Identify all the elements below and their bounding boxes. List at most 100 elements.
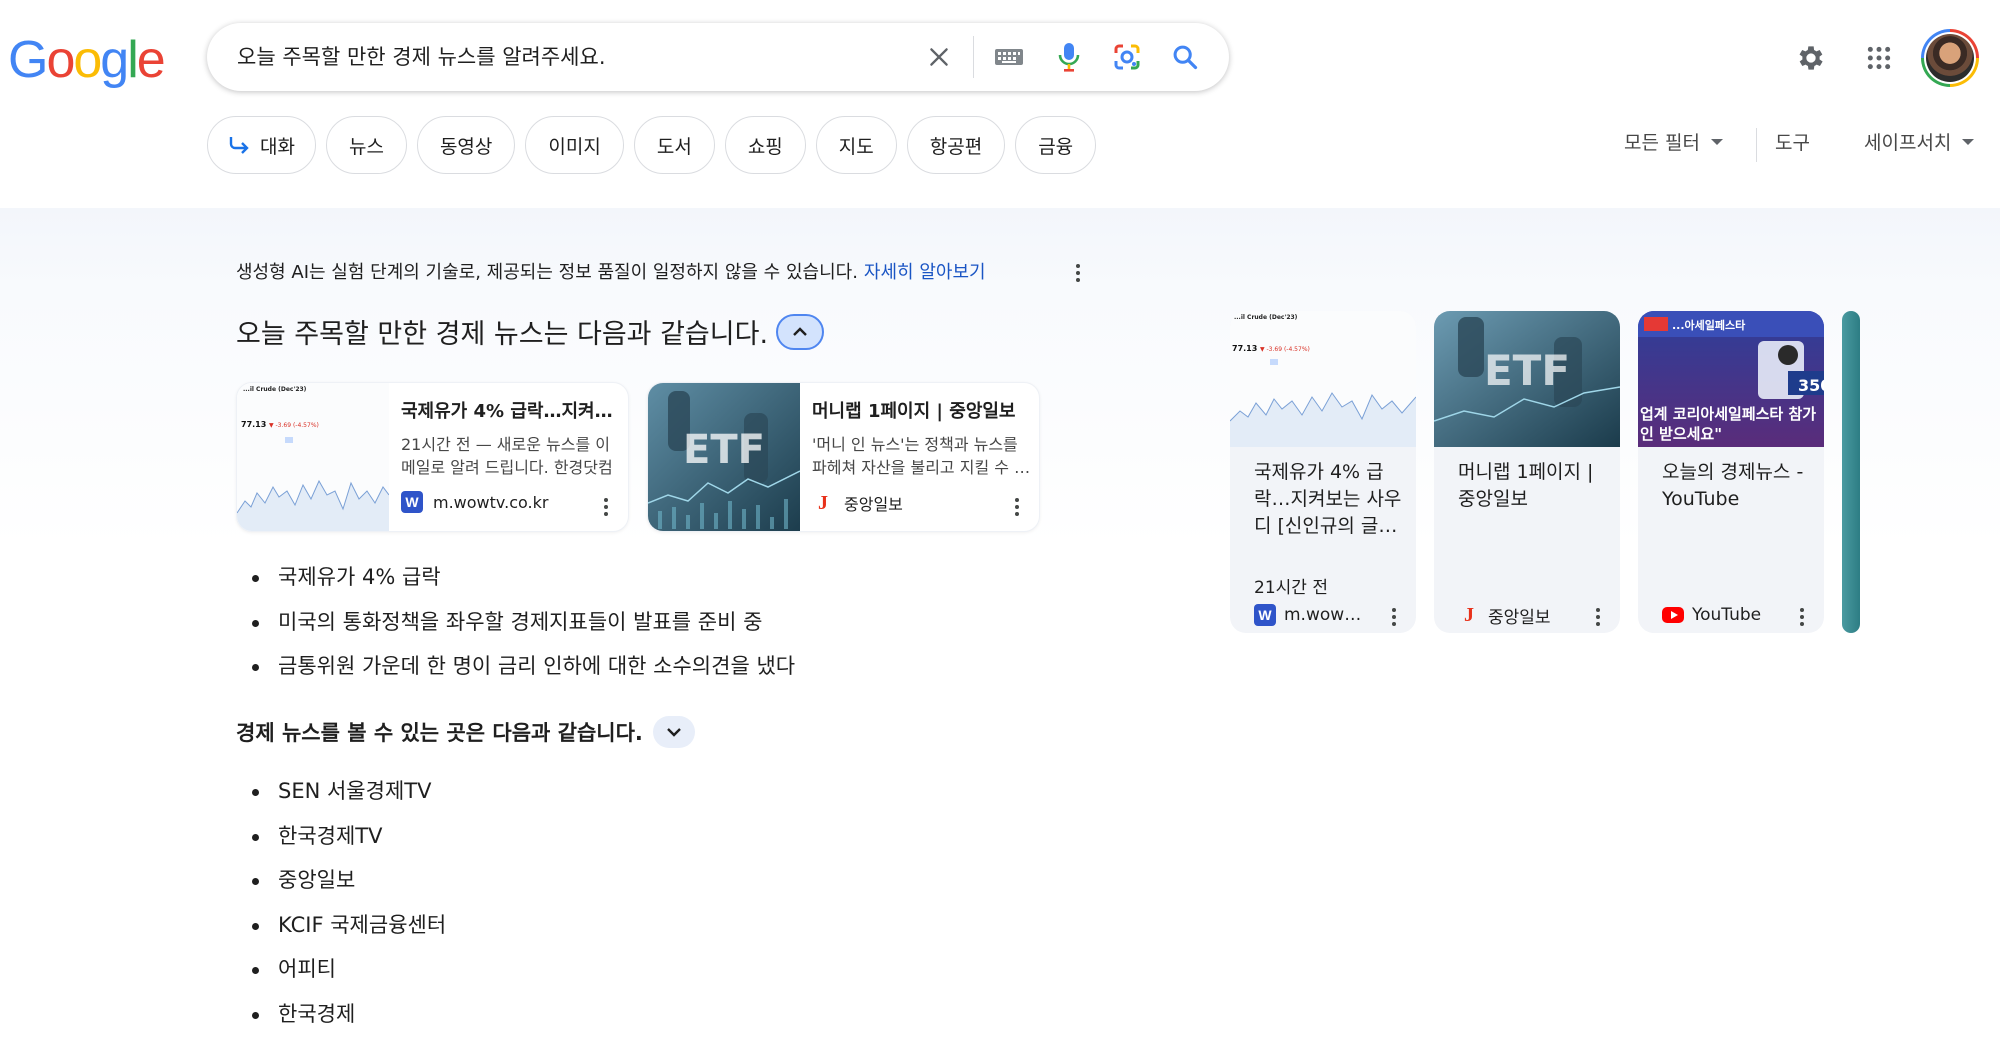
all-filters-dropdown[interactable]: 모든 필터 — [1624, 128, 1724, 155]
carousel-title: 오늘의 경제뉴스 - YouTube — [1662, 461, 1804, 510]
list-item: 중앙일보 — [236, 858, 446, 903]
source-more-icon[interactable] — [1005, 493, 1029, 521]
etf-thumbnail: ETF — [1434, 311, 1620, 447]
account-avatar[interactable] — [1921, 29, 1979, 87]
list-item: 국제유가 4% 급락 — [236, 555, 795, 600]
joongang-favicon-icon: J — [818, 491, 828, 514]
news-places-list: SEN 서울경제TV 한국경제TV 중앙일보 KCIF 국제금융센터 어피티 한… — [236, 769, 446, 1036]
chip-finance[interactable]: 금융 — [1015, 116, 1097, 174]
disclaimer-text: 생성형 AI는 실험 단계의 기술로, 제공되는 정보 품질이 일정하지 않을 … — [236, 262, 858, 283]
chip-shopping[interactable]: 쇼핑 — [724, 116, 806, 174]
ai-overview-more-icon[interactable] — [1066, 259, 1090, 287]
search-input[interactable]: 오늘 주목할 만한 경제 뉴스를 알려주세요. — [237, 43, 606, 71]
mic-icon[interactable] — [1049, 37, 1089, 77]
source-card-joongang[interactable]: ETF 머니랩 1페이지 | 중앙일보 '머니 인 뉴스'는 정책과 뉴스를 파… — [647, 382, 1040, 532]
safesearch-label: 세이프서치 — [1864, 132, 1952, 154]
chevron-up-icon — [793, 326, 807, 336]
lens-icon[interactable] — [1107, 37, 1147, 77]
chip-flights[interactable]: 항공편 — [906, 116, 1006, 174]
news-summary-list: 국제유가 4% 급락 미국의 통화정책을 좌우할 경제지표들이 발표를 준비 중… — [236, 555, 795, 689]
etf-thumbnail: ETF — [648, 383, 800, 531]
collapse-sources-button[interactable] — [776, 313, 825, 350]
all-filters-label: 모든 필터 — [1624, 132, 1700, 154]
chip-maps[interactable]: 지도 — [815, 116, 897, 174]
thumb-price: 77.13 — [241, 420, 266, 429]
thumb-headline-2: 인 받으세요" — [1640, 425, 1722, 443]
places-heading: 경제 뉴스를 볼 수 있는 곳은 다음과 같습니다. — [236, 716, 695, 748]
carousel-source: W m.wowtv.co.kr — [1254, 595, 1394, 633]
source-site-name: 중앙일보 — [844, 495, 903, 514]
chip-news[interactable]: 뉴스 — [325, 116, 407, 174]
return-arrow-icon — [229, 137, 249, 154]
carousel-card-joongang[interactable]: ETF 머니랩 1페이지 | 중앙일보 J 중앙일보 — [1434, 311, 1620, 633]
carousel-more-icon[interactable] — [1586, 603, 1610, 631]
source-snippet: 21시간 전 — 새로운 뉴스를 이메일로 알려 드립니다. 한경닷컴 — [401, 435, 613, 477]
carousel-title: 국제유가 4% 급락…지켜보는 사우디 [신인규의 글로벌마켓 A to Z] — [1254, 461, 1402, 537]
learn-more-link[interactable]: 자세히 알아보기 — [864, 262, 986, 283]
list-item: 한국경제 — [236, 992, 446, 1037]
source-more-icon[interactable] — [594, 493, 618, 521]
ai-overview-heading: 오늘 주목할 만한 경제 뉴스는 다음과 같습니다. — [236, 312, 825, 351]
chevron-down-icon — [667, 728, 681, 737]
oil-chart-thumbnail: ...il Crude (Dec'23) 77.13 ▼ -3.69 (-4.5… — [1230, 311, 1416, 447]
thumb-number: 350 — [1798, 376, 1824, 395]
search-icon[interactable] — [1165, 37, 1205, 77]
wowtv-favicon-icon: W — [1254, 604, 1276, 626]
youtube-favicon-icon — [1662, 607, 1684, 623]
carousel-card-wowtv[interactable]: ...il Crude (Dec'23) 77.13 ▼ -3.69 (-4.5… — [1230, 311, 1416, 633]
list-item: 어피티 — [236, 947, 446, 992]
source-card-wowtv[interactable]: ...il Crude (Dec'23) 77.13 ▼ -3.69 (-4.5… — [236, 382, 629, 532]
list-item: 미국의 통화정책을 좌우할 경제지표들이 발표를 준비 중 — [236, 600, 795, 645]
source-site-name: m.wowtv.co.kr — [433, 492, 549, 512]
dropdown-arrow-icon — [1710, 138, 1723, 145]
tools-divider — [1756, 128, 1757, 162]
expand-places-button[interactable] — [652, 716, 695, 748]
carousel-source: YouTube — [1662, 595, 1802, 633]
apps-grid-icon[interactable] — [1859, 38, 1899, 78]
carousel-title: 머니랩 1페이지 | 중앙일보 — [1458, 461, 1594, 510]
source-site: W m.wowtv.co.kr — [401, 491, 548, 513]
chip-books[interactable]: 도서 — [633, 116, 715, 174]
tools-label: 도구 — [1775, 132, 1810, 154]
source-title: 머니랩 1페이지 | 중앙일보 — [812, 401, 1016, 422]
thumb-headline: 업계 코리아세일페스타 참가 — [1640, 405, 1816, 423]
ai-heading-text: 오늘 주목할 만한 경제 뉴스는 다음과 같습니다. — [236, 319, 769, 350]
thumb-caption: ...il Crude (Dec'23) — [1234, 314, 1298, 321]
dropdown-arrow-icon — [1962, 138, 1975, 145]
source-title: 국제유가 4% 급락…지켜보는 사우디 — [401, 401, 623, 422]
carousel-card-youtube[interactable]: ...아세일페스타 350 업계 코리아세일페스타 참가 인 받으세요" 오늘의… — [1638, 311, 1824, 633]
carousel-more-icon[interactable] — [1790, 603, 1814, 631]
source-site: J 중앙일보 — [812, 491, 903, 515]
korea-sale-festa-thumbnail: ...아세일페스타 350 업계 코리아세일페스타 참가 인 받으세요" — [1638, 311, 1824, 447]
avatar-photo — [1926, 34, 1974, 82]
search-box[interactable]: 오늘 주목할 만한 경제 뉴스를 알려주세요. — [207, 23, 1229, 91]
thumb-caption: ...il Crude (Dec'23) — [243, 386, 307, 393]
list-item: 한국경제TV — [236, 814, 446, 859]
carousel-more-icon[interactable] — [1382, 603, 1406, 631]
tools-button[interactable]: 도구 — [1775, 128, 1810, 155]
thumb-caption: ...아세일페스타 — [1672, 318, 1746, 332]
carousel-source: J 중앙일보 — [1458, 595, 1598, 633]
gear-icon[interactable] — [1791, 38, 1831, 78]
wowtv-favicon-icon: W — [401, 491, 423, 513]
safesearch-dropdown[interactable]: 세이프서치 — [1864, 128, 1975, 155]
carousel-site-name: YouTube — [1692, 605, 1762, 625]
source-snippet: '머니 인 뉴스'는 정책과 뉴스를 파헤쳐 자산을 불리고 지킬 수 있도록 — [812, 435, 1029, 477]
oil-chart-thumbnail: ...il Crude (Dec'23) 77.13 ▼ -3.69 (-4.5… — [237, 383, 389, 531]
chip-videos[interactable]: 동영상 — [416, 116, 516, 174]
chip-images[interactable]: 이미지 — [525, 116, 624, 174]
close-icon[interactable] — [919, 37, 959, 77]
search-divider — [973, 36, 974, 78]
carousel-card-peek[interactable] — [1842, 311, 1860, 633]
etf-text: ETF — [683, 427, 765, 473]
carousel-site-name: m.wowtv.co.kr — [1284, 605, 1366, 625]
thumb-price: 77.13 — [1232, 344, 1257, 353]
chip-conversation[interactable]: 대화 — [207, 116, 316, 174]
keyboard-icon[interactable] — [989, 37, 1029, 77]
joongang-favicon-icon: J — [1464, 603, 1474, 626]
google-logo[interactable]: Google — [8, 30, 166, 90]
list-item: 금통위원 가운데 한 명이 금리 인하에 대한 소수의견을 냈다 — [236, 644, 795, 689]
thumb-change: ▼ -3.69 (-4.57%) — [1260, 346, 1310, 353]
carousel-site-name: 중앙일보 — [1488, 607, 1551, 628]
list-item: KCIF 국제금융센터 — [236, 903, 446, 948]
